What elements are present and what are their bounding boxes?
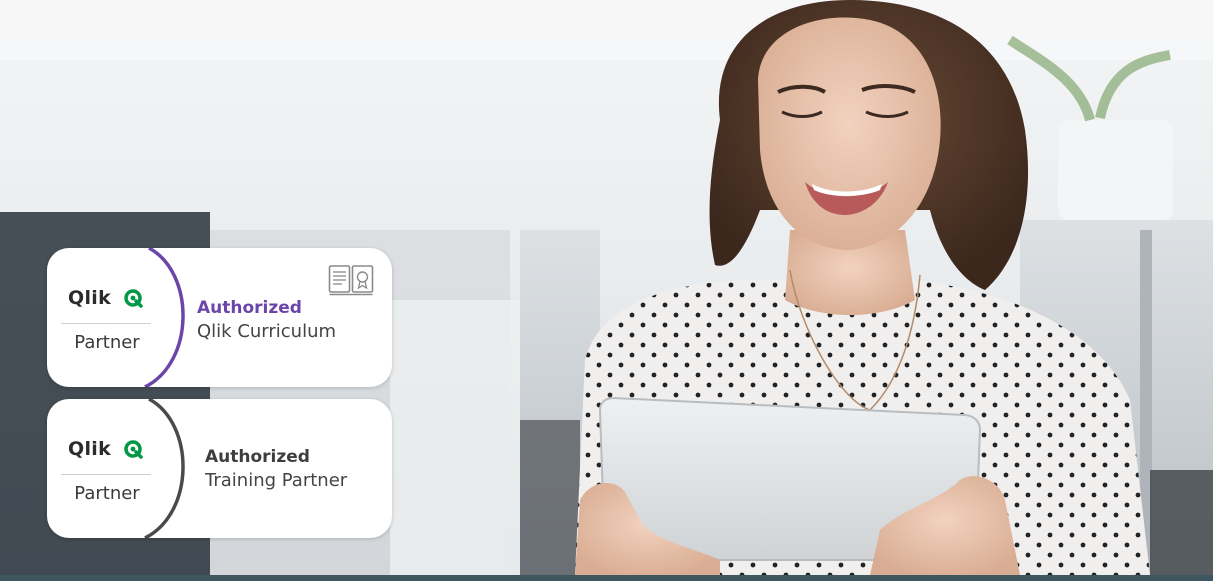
qlik-logo: Qlik	[63, 286, 151, 310]
partner-label: Partner	[74, 332, 140, 353]
qlik-training-partner-badge: Qlik Partner Authorized Training Partner	[47, 399, 392, 538]
qlik-partner-logo: Qlik Partner	[47, 399, 167, 538]
authorized-subtitle: Qlik Curriculum	[197, 321, 337, 342]
badge-text: Authorized Training Partner	[197, 399, 387, 538]
partner-label: Partner	[74, 483, 140, 504]
qlik-logo: Qlik	[63, 437, 151, 461]
qlik-partner-logo: Qlik Partner	[47, 248, 167, 387]
qlik-q-icon	[124, 440, 143, 459]
bottom-bar	[0, 575, 1213, 581]
badge-text: Authorized Qlik Curriculum	[197, 248, 387, 387]
qlik-q-icon	[124, 289, 143, 308]
qlik-curriculum-badge: Qlik Partner Authorized Qlik Curriculum	[47, 248, 392, 387]
qlik-logo-text: Qlik	[68, 287, 112, 309]
logo-divider	[61, 474, 151, 475]
hero-banner: Qlik Partner Authorized Qlik Curriculum …	[0, 0, 1213, 581]
logo-divider	[61, 323, 151, 324]
authorized-title: Authorized	[197, 298, 302, 318]
authorized-subtitle: Training Partner	[205, 470, 348, 491]
authorized-title: Authorized	[205, 447, 310, 467]
qlik-logo-text: Qlik	[68, 438, 112, 460]
